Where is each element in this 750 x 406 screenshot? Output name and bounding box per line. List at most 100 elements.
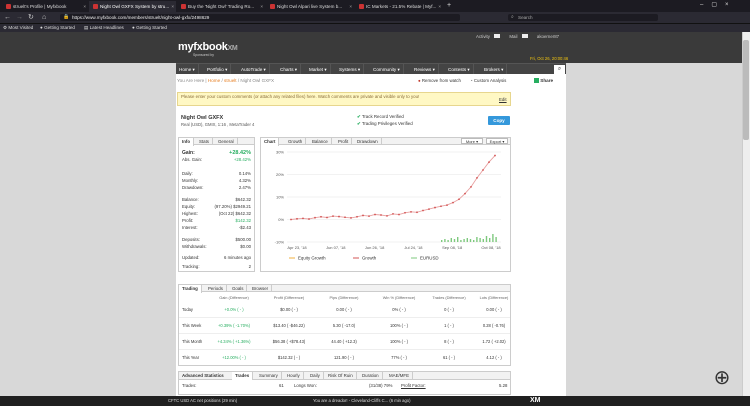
tab-growth[interactable]: Growth bbox=[285, 138, 307, 145]
legend-label[interactable]: EURUSD bbox=[420, 256, 439, 261]
growth-point[interactable] bbox=[428, 208, 430, 211]
close-tab-icon[interactable]: × bbox=[349, 1, 352, 12]
growth-point[interactable] bbox=[320, 215, 322, 218]
bookmark-item[interactable]: ▤ Latest Headlines bbox=[84, 24, 124, 32]
remove-watch-link[interactable]: ● Remove from watch bbox=[418, 78, 461, 83]
zoom-icon[interactable]: ⊕ bbox=[710, 366, 734, 390]
growth-chart[interactable]: 30% 20% 10% 0% -10%Apr 23, '18 Jun 07, '18 Jun… bbox=[261, 146, 510, 272]
growth-point[interactable] bbox=[338, 215, 340, 218]
copy-button[interactable]: Copy bbox=[488, 116, 510, 125]
legend-label[interactable]: Growth bbox=[362, 256, 377, 261]
back-icon[interactable]: ← bbox=[4, 12, 11, 23]
home-icon[interactable]: ⌂ bbox=[42, 12, 46, 23]
growth-point[interactable] bbox=[344, 216, 346, 219]
growth-point[interactable] bbox=[446, 204, 448, 206]
growth-point[interactable] bbox=[380, 214, 382, 216]
growth-point[interactable] bbox=[332, 215, 334, 218]
growth-point[interactable] bbox=[350, 217, 352, 219]
legend-label[interactable]: Equity Growth bbox=[298, 256, 326, 261]
growth-point[interactable] bbox=[458, 198, 460, 201]
growth-point[interactable] bbox=[314, 216, 316, 219]
url-bar[interactable]: https://www.myfxbook.com/members/struelt… bbox=[60, 14, 460, 21]
tab-profit[interactable]: Profit bbox=[335, 138, 353, 145]
browser-tab[interactable]: Buy the 'Night Owl' Trading Ro... × bbox=[177, 1, 265, 12]
browser-tab[interactable]: struelt's Profile | Myfxbook × bbox=[2, 1, 88, 12]
forward-icon[interactable]: → bbox=[16, 12, 23, 23]
share-button[interactable]: Share bbox=[534, 78, 553, 83]
growth-point[interactable] bbox=[434, 206, 436, 209]
breadcrumb-home[interactable]: Home bbox=[208, 78, 220, 83]
growth-point[interactable] bbox=[392, 212, 394, 215]
growth-point[interactable] bbox=[452, 201, 454, 204]
tab-risk-of-ruin[interactable]: Risk Of Ruin bbox=[325, 372, 357, 380]
browser-tab[interactable]: IC Markets - 21.5% Rebate | Myf... × bbox=[355, 1, 443, 12]
more-dropdown[interactable]: More ▾ bbox=[461, 138, 483, 144]
search-icon[interactable]: ⌕ bbox=[554, 65, 565, 74]
reload-icon[interactable]: ↻ bbox=[28, 12, 34, 23]
mail-link[interactable]: Mail bbox=[509, 34, 517, 39]
bookmark-item[interactable]: ● Getting Started bbox=[40, 24, 75, 32]
growth-point[interactable] bbox=[326, 216, 328, 219]
growth-point[interactable] bbox=[494, 154, 496, 157]
growth-point[interactable] bbox=[368, 215, 370, 218]
scrollbar-thumb[interactable] bbox=[743, 40, 749, 140]
tab-trading[interactable]: Trading bbox=[179, 285, 202, 293]
tab-browser[interactable]: Browser bbox=[249, 285, 273, 292]
tab-goals[interactable]: Goals bbox=[229, 285, 248, 292]
close-tab-icon[interactable]: × bbox=[260, 1, 263, 12]
growth-point[interactable] bbox=[410, 210, 412, 213]
browser-tab-active[interactable]: Night Owl GXFX System by stru... × bbox=[89, 1, 176, 12]
close-tab-icon[interactable]: × bbox=[171, 1, 174, 12]
growth-point[interactable] bbox=[464, 192, 466, 195]
tab-trades[interactable]: Trades bbox=[232, 372, 254, 380]
growth-point[interactable] bbox=[290, 218, 292, 221]
close-tab-icon[interactable]: × bbox=[438, 1, 441, 12]
bookmark-item[interactable]: ⚙ Most Visited bbox=[3, 24, 33, 32]
username-link[interactable]: akoerner87 bbox=[537, 34, 559, 39]
edit-comment-link[interactable]: Edit bbox=[499, 97, 507, 102]
search-input[interactable]: Search bbox=[508, 14, 658, 21]
growth-point[interactable] bbox=[302, 217, 304, 220]
new-tab-icon[interactable]: + bbox=[447, 1, 451, 11]
ticker-mid[interactable]: You are a dreador! - Cleveland-Cliffs C.… bbox=[313, 396, 411, 406]
tab-duration[interactable]: Duration bbox=[359, 372, 383, 380]
tab-general[interactable]: General bbox=[215, 138, 238, 145]
growth-point[interactable] bbox=[470, 185, 472, 188]
growth-point[interactable] bbox=[482, 169, 484, 171]
ticker-left[interactable]: CFTC USD AC net positions (29 min) bbox=[168, 396, 237, 406]
growth-point[interactable] bbox=[398, 213, 400, 216]
growth-point[interactable] bbox=[422, 209, 424, 212]
tab-chart[interactable]: Chart bbox=[261, 138, 280, 146]
site-logo[interactable]: myfxbookXM bbox=[178, 41, 238, 53]
growth-point[interactable] bbox=[308, 218, 310, 220]
growth-point[interactable] bbox=[404, 211, 406, 214]
window-controls-icon[interactable]: –▢× bbox=[700, 0, 737, 11]
growth-point[interactable] bbox=[488, 161, 490, 164]
growth-point[interactable] bbox=[386, 215, 388, 217]
growth-point[interactable] bbox=[440, 205, 442, 208]
tab-drawdown[interactable]: Drawdown bbox=[354, 138, 382, 145]
export-dropdown[interactable]: Export ▾ bbox=[486, 138, 508, 144]
growth-point[interactable] bbox=[476, 176, 478, 179]
tab-hourly[interactable]: Hourly bbox=[284, 372, 304, 380]
growth-point[interactable] bbox=[362, 214, 364, 217]
close-tab-icon[interactable]: × bbox=[83, 1, 86, 12]
browser-tab[interactable]: Night Owl Alpari live System b... × bbox=[266, 1, 354, 12]
growth-series-line[interactable] bbox=[290, 155, 496, 220]
tab-stats[interactable]: Stats bbox=[196, 138, 214, 145]
eurusd-bar bbox=[495, 237, 497, 242]
breadcrumb-user[interactable]: struelt bbox=[224, 78, 237, 83]
tab-balance[interactable]: Balance bbox=[309, 138, 332, 145]
growth-point[interactable] bbox=[374, 213, 376, 216]
custom-analysis-link[interactable]: ◔ Custom Analysis bbox=[470, 78, 506, 83]
tab-mae-mfe[interactable]: MAE/MFE bbox=[386, 372, 414, 380]
tab-daily[interactable]: Daily bbox=[307, 372, 324, 380]
bookmark-item[interactable]: ● Getting Started bbox=[132, 24, 167, 32]
activity-link[interactable]: Activity bbox=[476, 34, 490, 39]
tab-info[interactable]: Info bbox=[179, 138, 195, 146]
growth-point[interactable] bbox=[356, 215, 358, 218]
growth-point[interactable] bbox=[416, 211, 418, 214]
tab-periods[interactable]: Periods bbox=[205, 285, 227, 292]
tab-summary[interactable]: Summary bbox=[256, 372, 282, 380]
growth-point[interactable] bbox=[296, 217, 298, 220]
